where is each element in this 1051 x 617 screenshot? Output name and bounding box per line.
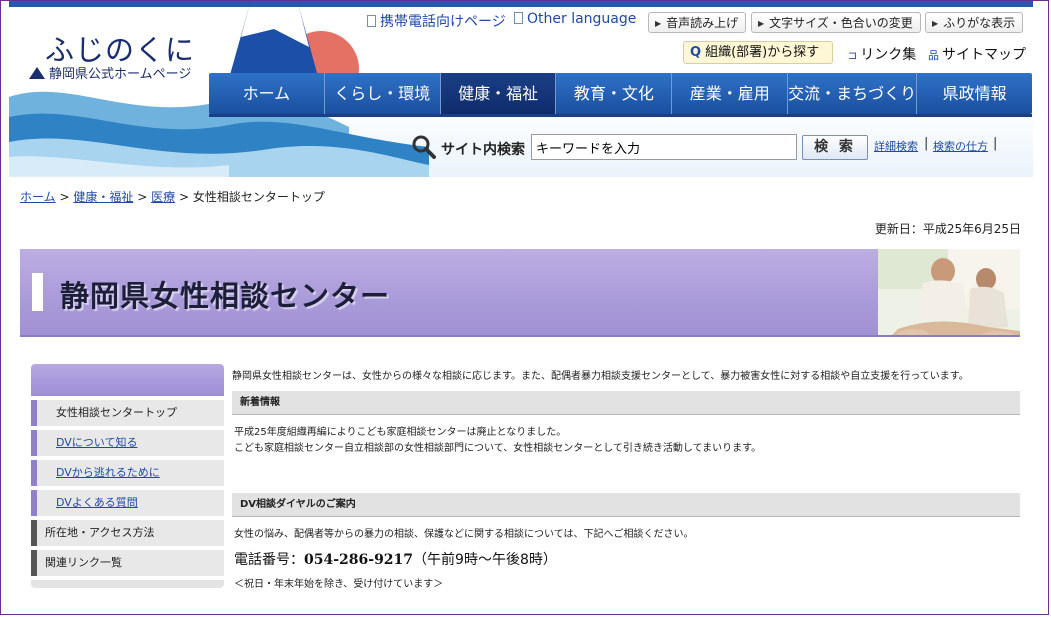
other-language-link[interactable]: Other language: [514, 11, 636, 27]
dv-dial-text: 女性の悩み、配偶者等からの暴力の相談、保護などに関する相談については、下記へご相…: [234, 529, 694, 540]
breadcrumb-medical[interactable]: 医療: [151, 190, 175, 204]
phone-info: 電話番号：054-286-9217（午前9時～午後8時）: [234, 549, 557, 569]
text-size-color-button[interactable]: ▶ 文字サイズ・色合いの変更: [751, 12, 921, 33]
text-size-color-label: 文字サイズ・色合いの変更: [769, 16, 913, 30]
banner-bottom-rule: [20, 335, 1020, 337]
triangle-right-icon: ▶: [655, 19, 662, 28]
nav-item-exchange[interactable]: 交流・まちづくり: [787, 73, 916, 114]
voice-reader-label: 音声読み上げ: [666, 16, 739, 30]
magnifier-icon: [412, 135, 436, 159]
link-icon: ⊐: [848, 49, 858, 62]
nav-item-education[interactable]: 教育・文化: [555, 73, 671, 114]
mobile-page-link[interactable]: 携帯電話向けページ: [367, 11, 506, 31]
breadcrumb: ホーム > 健康・福祉 > 医療 > 女性相談センタートップ: [20, 188, 325, 205]
search-howto-link[interactable]: 検索の仕方: [933, 138, 988, 154]
breadcrumb-separator: >: [137, 190, 148, 204]
furigana-button[interactable]: ▶ ふりがな表示: [925, 12, 1024, 33]
document-icon: [514, 12, 523, 24]
phone-label: 電話番号：: [234, 552, 304, 568]
mobile-phone-icon: [367, 15, 376, 27]
org-search-button[interactable]: Q 組織(部署)から探す: [683, 41, 833, 64]
nav-item-health[interactable]: 健康・福祉: [439, 73, 556, 114]
logo-sub-label: 静岡県公式ホームページ: [49, 67, 192, 82]
sidebar-item-related-links[interactable]: 関連リンク一覧: [31, 550, 224, 576]
family-photo: [878, 249, 1020, 335]
nav-item-home[interactable]: ホーム: [209, 73, 324, 114]
intro-text: 静岡県女性相談センターは、女性からの様々な相談に応じます。また、配偶者暴力相談支…: [232, 371, 969, 382]
org-search-label: 組織(部署)から探す: [705, 45, 820, 60]
nav-underline: [209, 114, 1032, 117]
links-label: リンク集: [860, 47, 917, 63]
sidebar-item-about-dv[interactable]: DVについて知る: [31, 430, 224, 456]
logo-subtitle: 静岡県公式ホームページ: [29, 63, 191, 82]
breadcrumb-current: 女性相談センタートップ: [192, 190, 325, 204]
page-title-banner: 静岡県女性相談センター: [20, 249, 1020, 335]
voice-reader-button[interactable]: ▶ 音声読み上げ: [648, 12, 747, 33]
dv-dial-heading: DV相談ダイヤルのご案内: [232, 493, 1020, 517]
sidebar-item-dv-faq[interactable]: DVよくある質問: [31, 490, 224, 516]
triangle-right-icon: ▶: [758, 19, 765, 28]
separator: |: [993, 136, 998, 151]
site-logo[interactable]: ふじのくに 静岡県公式ホームページ: [9, 7, 229, 177]
breadcrumb-health[interactable]: 健康・福祉: [73, 190, 133, 204]
sitemap-label: サイトマップ: [942, 47, 1026, 63]
search-icon: Q: [690, 45, 702, 60]
site-search-input[interactable]: [531, 134, 797, 160]
banner-accent-bar: [32, 273, 43, 311]
sidebar-item-top[interactable]: 女性相談センタートップ: [31, 400, 224, 426]
sidebar-header: [31, 364, 224, 396]
other-language-label: Other language: [527, 11, 637, 27]
furigana-label: ふりがな表示: [943, 16, 1016, 30]
sitemap-icon: 品: [928, 49, 939, 62]
site-search-label: サイト内検索: [441, 142, 525, 158]
news-heading: 新着情報: [232, 391, 1020, 415]
breadcrumb-home[interactable]: ホーム: [20, 190, 56, 204]
links-link[interactable]: ⊐ リンク集: [848, 44, 916, 64]
reception-note: ＜祝日・年末年始を除き、受け付けています＞: [234, 579, 444, 590]
breadcrumb-separator: >: [59, 190, 70, 204]
mobile-page-label: 携帯電話向けページ: [380, 14, 506, 30]
breadcrumb-separator: >: [178, 190, 189, 204]
advanced-search-link[interactable]: 詳細検索: [874, 138, 918, 154]
phone-number[interactable]: 054-286-9217: [304, 552, 413, 568]
phone-hours: （午前9時～午後8時）: [413, 552, 557, 568]
sidebar-item-escape-dv[interactable]: DVから逃れるために: [31, 460, 224, 486]
site-search-button[interactable]: 検 索: [802, 135, 868, 160]
news-line-1: 平成25年度組織再編によりこども家庭相談センターは廃止となりました。: [234, 427, 567, 438]
nav-item-government[interactable]: 県政情報: [916, 73, 1032, 114]
page-title: 静岡県女性相談センター: [60, 279, 391, 313]
global-nav: ホーム くらし・環境 健康・福祉 教育・文化 産業・雇用 交流・まちづくり 県政…: [209, 73, 1032, 114]
sitemap-link[interactable]: 品サイトマップ: [928, 44, 1026, 64]
sidebar-item-access[interactable]: 所在地・アクセス方法: [31, 520, 224, 546]
nav-item-living[interactable]: くらし・環境: [323, 73, 440, 114]
nav-item-industry[interactable]: 産業・雇用: [671, 73, 787, 114]
updated-date: 更新日：平成25年6月25日: [874, 222, 1021, 236]
triangle-right-icon: ▶: [932, 19, 939, 28]
sidebar-footer: [31, 580, 224, 588]
news-line-2: こども家庭相談センター自立相談部の女性相談部門について、女性相談センターとして引…: [234, 443, 762, 454]
separator: |: [924, 136, 929, 151]
sidebar: 女性相談センタートップ DVについて知る DVから逃れるために DVよくある質問…: [31, 364, 224, 590]
prefecture-emblem-icon: [29, 67, 45, 79]
